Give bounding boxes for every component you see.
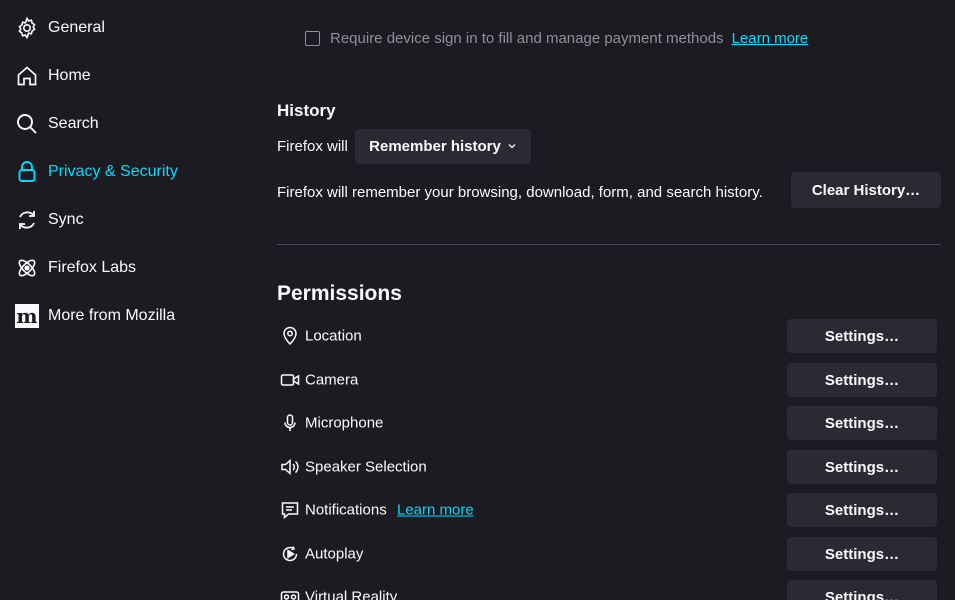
labs-icon — [15, 256, 39, 280]
permission-label: Microphone — [305, 414, 384, 432]
sidebar-item-label: Privacy & Security — [48, 163, 178, 180]
payment-learn-more-link[interactable]: Learn more — [732, 30, 809, 47]
permission-label: Virtual Reality — [305, 588, 398, 600]
main-content: Require device sign in to fill and manag… — [277, 0, 941, 600]
sidebar-item-privacy-security[interactable]: Privacy & Security — [0, 152, 240, 192]
sidebar-item-more-from-mozilla[interactable]: m More from Mozilla — [0, 296, 240, 336]
permission-row-microphone: Microphone Settings… — [277, 406, 941, 440]
history-mode-dropdown[interactable]: Remember history — [355, 129, 531, 164]
vr-settings-button[interactable]: Settings… — [787, 580, 937, 600]
sidebar-item-label: More from Mozilla — [48, 307, 176, 324]
payment-signin-label: Require device sign in to fill and manag… — [330, 29, 724, 47]
permission-label: Camera — [305, 371, 359, 389]
permission-label: Speaker Selection — [305, 458, 427, 476]
microphone-icon — [280, 413, 300, 433]
notifications-learn-more-link[interactable]: Learn more — [397, 502, 474, 519]
permissions-heading: Permissions — [277, 282, 402, 305]
autoplay-settings-button[interactable]: Settings… — [787, 537, 937, 571]
sidebar-item-label: Sync — [48, 211, 84, 228]
sidebar: General Home Search Privacy & Security S… — [0, 0, 250, 600]
location-settings-button[interactable]: Settings… — [787, 319, 937, 353]
permission-row-camera: Camera Settings… — [277, 363, 941, 397]
autoplay-icon — [280, 544, 300, 564]
search-icon — [15, 112, 39, 136]
sidebar-item-label: Firefox Labs — [48, 259, 137, 276]
notification-icon — [280, 500, 300, 520]
history-heading: History — [277, 101, 336, 120]
history-description: Firefox will remember your browsing, dow… — [277, 184, 763, 201]
sync-icon — [15, 208, 39, 232]
clear-history-button[interactable]: Clear History… — [791, 172, 941, 208]
sidebar-item-search[interactable]: Search — [0, 104, 240, 144]
vr-icon — [280, 587, 300, 600]
history-mode-label: Firefox will — [277, 138, 348, 155]
payment-signin-row: Require device sign in to fill and manag… — [305, 28, 808, 48]
mozilla-icon: m — [15, 304, 39, 328]
permission-row-location: Location Settings… — [277, 319, 941, 353]
speaker-icon — [280, 457, 300, 477]
home-icon — [15, 64, 39, 88]
notifications-settings-button[interactable]: Settings… — [787, 493, 937, 527]
permission-row-notifications: Notifications Learn more Settings… — [277, 493, 941, 527]
speaker-settings-button[interactable]: Settings… — [787, 450, 937, 484]
sidebar-item-home[interactable]: Home — [0, 56, 240, 96]
sidebar-item-label: General — [48, 19, 105, 36]
sidebar-item-label: Search — [48, 115, 99, 132]
microphone-settings-button[interactable]: Settings… — [787, 406, 937, 440]
sidebar-item-general[interactable]: General — [0, 8, 240, 48]
history-mode-value: Remember history — [369, 138, 501, 155]
firefox-will-text: Firefox will — [277, 138, 348, 155]
chevron-down-icon — [507, 138, 517, 155]
permission-label: Autoplay — [305, 545, 364, 563]
payment-signin-checkbox[interactable] — [305, 30, 320, 46]
permission-row-speaker-selection: Speaker Selection Settings… — [277, 450, 941, 484]
gear-icon — [15, 16, 39, 40]
lock-icon — [15, 160, 39, 184]
permission-label: Notifications — [305, 501, 387, 519]
permission-row-virtual-reality: Virtual Reality Settings… — [277, 580, 941, 600]
sidebar-item-label: Home — [48, 67, 91, 84]
location-icon — [280, 326, 300, 346]
permission-label: Location — [305, 327, 362, 345]
section-divider — [277, 244, 941, 245]
camera-icon — [280, 370, 300, 390]
camera-settings-button[interactable]: Settings… — [787, 363, 937, 397]
sidebar-item-firefox-labs[interactable]: Firefox Labs — [0, 248, 240, 288]
sidebar-item-sync[interactable]: Sync — [0, 200, 240, 240]
svg-text:m: m — [16, 304, 37, 328]
preferences-window: General Home Search Privacy & Security S… — [0, 0, 955, 600]
permission-row-autoplay: Autoplay Settings… — [277, 537, 941, 571]
